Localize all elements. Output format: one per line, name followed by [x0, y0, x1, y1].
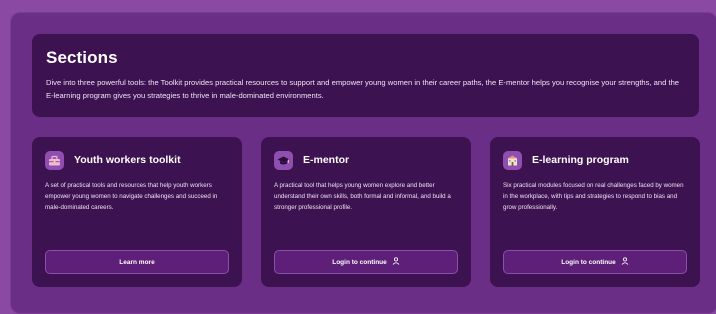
graduation-cap-icon: [274, 150, 293, 170]
card-header: Youth workers toolkit: [45, 149, 229, 171]
card-title: E-mentor: [303, 154, 350, 166]
learn-more-button[interactable]: Learn more: [45, 250, 229, 274]
card-description: A set of practical tools and resources t…: [45, 182, 218, 211]
sections-title: Sections: [46, 48, 118, 67]
button-label: Learn more: [119, 258, 155, 266]
login-to-continue-button[interactable]: Login to continue: [274, 250, 458, 274]
card-header: E-mentor: [274, 149, 458, 171]
card-description: A practical tool that helps young women …: [274, 182, 451, 211]
card-e-mentor: E-mentor A practical tool that helps you…: [261, 137, 471, 287]
sections-intro: Sections Dive into three powerful tools:…: [32, 34, 699, 117]
toolkit-icon: [45, 150, 64, 170]
card-description: Six practical modules focused on real ch…: [503, 182, 684, 211]
user-icon: [621, 257, 629, 267]
school-building-icon: [503, 150, 522, 170]
button-label: Login to continue: [561, 258, 616, 266]
button-label: Login to continue: [332, 258, 387, 266]
login-to-continue-button[interactable]: Login to continue: [503, 250, 687, 274]
card-title: Youth workers toolkit: [74, 154, 181, 166]
sections-description: Dive into three powerful tools: the Tool…: [46, 78, 680, 100]
card-header: E-learning program: [503, 149, 687, 171]
card-youth-workers-toolkit: Youth workers toolkit A set of practical…: [32, 137, 242, 287]
user-icon: [392, 257, 400, 267]
card-e-learning-program: E-learning program Six practical modules…: [490, 137, 700, 287]
card-title: E-learning program: [532, 154, 629, 166]
